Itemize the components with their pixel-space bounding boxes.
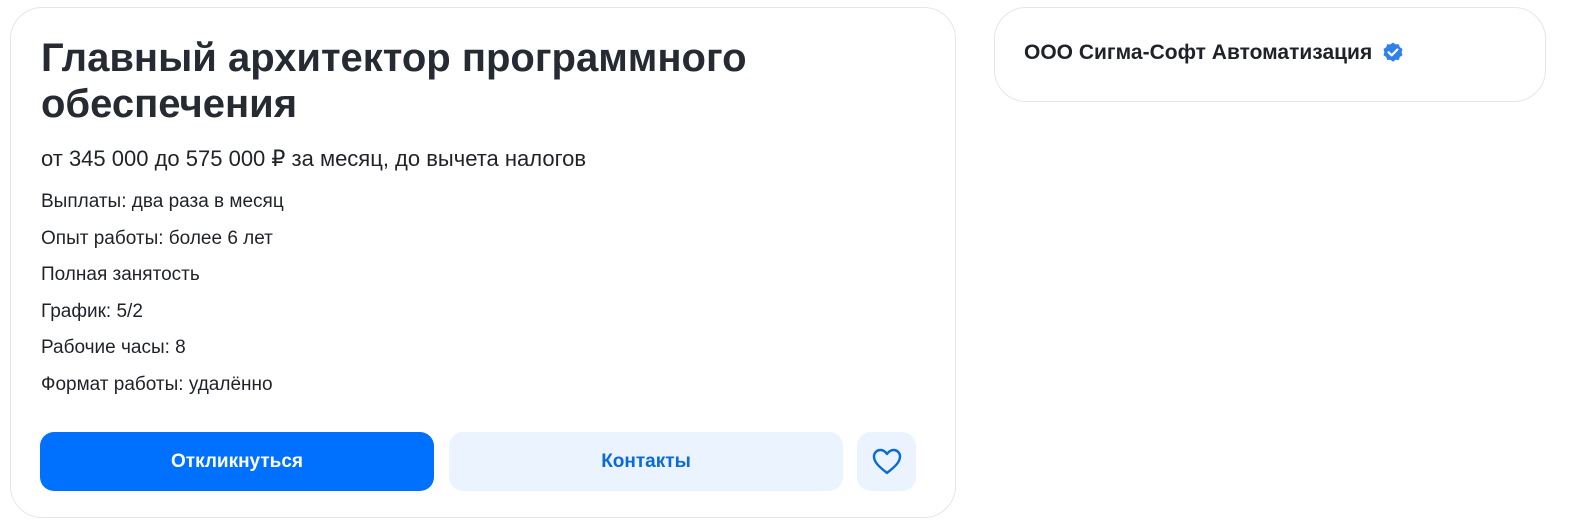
contacts-button[interactable]: Контакты bbox=[449, 432, 843, 491]
salary: от 345 000 до 575 000 ₽ за месяц, до выч… bbox=[41, 146, 587, 171]
company-card: ООО Сигма-Софт Автоматизация bbox=[994, 7, 1546, 102]
working-hours: Рабочие часы: 8 bbox=[41, 337, 186, 359]
work-experience: Опыт работы: более 6 лет bbox=[41, 227, 273, 249]
company-name[interactable]: ООО Сигма-Софт Автоматизация bbox=[1024, 40, 1372, 66]
respond-button[interactable]: Откликнуться bbox=[40, 432, 434, 491]
payout-frequency: Выплаты: два раза в месяц bbox=[41, 191, 284, 212]
vacancy-details: Выплаты: два раза в месяц Опыт работы: б… bbox=[41, 190, 284, 410]
vacancy-title: Главный архитектор программного обеспече… bbox=[41, 36, 747, 126]
company-name-row: ООО Сигма-Софт Автоматизация bbox=[1024, 40, 1405, 66]
schedule: График: 5/2 bbox=[41, 300, 143, 322]
heart-icon bbox=[872, 448, 902, 475]
employment-type: Полная занятость bbox=[41, 264, 200, 286]
vacancy-card: Главный архитектор программного обеспече… bbox=[10, 7, 956, 518]
favorite-button[interactable] bbox=[857, 432, 916, 491]
contacts-button-label: Контакты bbox=[601, 450, 691, 472]
verified-badge-icon bbox=[1381, 41, 1405, 65]
work-format: Формат работы: удалённо bbox=[41, 373, 273, 395]
respond-button-label: Откликнуться bbox=[171, 450, 303, 472]
